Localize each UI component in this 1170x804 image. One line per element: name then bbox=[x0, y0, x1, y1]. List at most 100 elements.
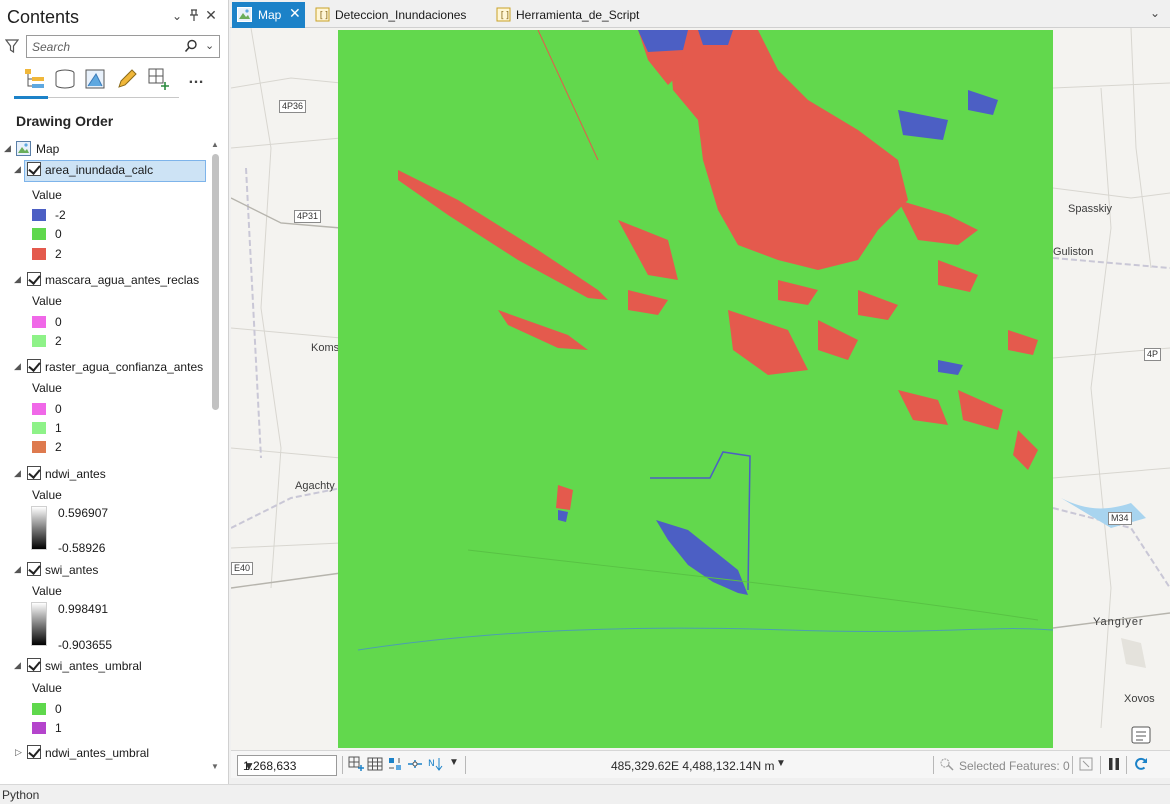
collapse-icon[interactable]: ◢ bbox=[14, 164, 21, 175]
collapse-icon[interactable]: ◢ bbox=[14, 274, 21, 285]
chevron-down-icon[interactable]: ▼ bbox=[449, 757, 459, 768]
cursor-coordinates: 485,329.62E 4,488,132.14N m bbox=[611, 759, 775, 773]
place-label: Agachty bbox=[295, 480, 335, 492]
legend-label: 0 bbox=[55, 702, 62, 716]
legend-value-heading: Value bbox=[32, 584, 62, 598]
legend-swatch bbox=[32, 335, 46, 347]
collapse-icon[interactable]: ◢ bbox=[14, 468, 21, 479]
tab-deteccion-inundaciones[interactable]: [] Deteccion_Inundaciones bbox=[314, 2, 479, 28]
refresh-icon[interactable] bbox=[1133, 756, 1149, 772]
constraints-icon[interactable] bbox=[407, 756, 423, 772]
map-node-label: Map bbox=[36, 142, 60, 156]
list-by-editing-icon[interactable] bbox=[114, 66, 140, 92]
layer-visibility-checkbox[interactable] bbox=[27, 562, 41, 576]
pause-drawing-icon[interactable] bbox=[1106, 756, 1122, 772]
place-label: Yangiyer bbox=[1093, 616, 1144, 628]
layer-visibility-checkbox[interactable] bbox=[27, 162, 41, 176]
collapse-icon[interactable]: ◢ bbox=[14, 660, 21, 671]
place-label: Spasskiy bbox=[1068, 203, 1113, 215]
layer-swi-antes[interactable]: ◢ swi_antes bbox=[0, 560, 208, 580]
selected-features-count[interactable]: Selected Features: 0 bbox=[959, 759, 1070, 773]
list-by-source-icon[interactable] bbox=[52, 66, 78, 92]
legend-label: 1 bbox=[55, 421, 62, 435]
chevron-down-icon[interactable]: ▼ bbox=[243, 759, 255, 773]
tab-label: Map bbox=[258, 8, 282, 22]
tab-list-chevron-icon[interactable]: ⌄ bbox=[1150, 6, 1160, 20]
legend-low-value: -0.58926 bbox=[58, 541, 106, 555]
layer-mascara-agua-antes-reclas[interactable]: ◢ mascara_agua_antes_reclas bbox=[0, 270, 208, 290]
layer-visibility-checkbox[interactable] bbox=[27, 272, 41, 286]
python-status[interactable]: Python bbox=[2, 788, 39, 802]
layer-visibility-checkbox[interactable] bbox=[27, 466, 41, 480]
svg-text:[]: [] bbox=[500, 11, 511, 21]
north-arrow-icon[interactable]: N bbox=[427, 756, 443, 772]
scroll-thumb[interactable] bbox=[212, 154, 219, 410]
more-options-icon[interactable]: … bbox=[188, 70, 214, 96]
legend-swatch bbox=[32, 228, 46, 240]
collapse-icon[interactable]: ◢ bbox=[14, 361, 21, 372]
layer-swi-antes-umbral[interactable]: ◢ swi_antes_umbral bbox=[0, 656, 208, 676]
layer-raster-agua-confianza-antes[interactable]: ◢ raster_agua_confianza_antes bbox=[0, 357, 208, 377]
search-box[interactable]: ⌄ bbox=[26, 35, 220, 58]
expand-icon[interactable]: ▷ bbox=[15, 747, 22, 758]
layer-visibility-checkbox[interactable] bbox=[27, 359, 41, 373]
snapping-icon[interactable] bbox=[387, 756, 403, 772]
scroll-up-icon[interactable]: ▲ bbox=[210, 140, 220, 149]
layer-ndwi-antes[interactable]: ◢ ndwi_antes bbox=[0, 464, 208, 484]
legend-value-heading: Value bbox=[32, 681, 62, 695]
tab-label: Deteccion_Inundaciones bbox=[335, 8, 467, 22]
pane-options-icon[interactable]: ⌄ bbox=[170, 9, 184, 23]
clear-selection-icon[interactable] bbox=[1078, 756, 1094, 772]
legend-swatch bbox=[32, 441, 46, 453]
legend-swatch bbox=[32, 703, 46, 715]
list-by-snapping-icon[interactable] bbox=[146, 66, 172, 92]
chevron-down-icon[interactable]: ⌄ bbox=[205, 39, 214, 52]
selection-icon[interactable] bbox=[939, 756, 955, 772]
application-status-bar: Python bbox=[0, 784, 1170, 804]
view-tab-bar: Map ✕ [] Deteccion_Inundaciones [] Herra… bbox=[230, 0, 1170, 28]
legend-value-heading: Value bbox=[32, 188, 62, 202]
road-shield: E40 bbox=[231, 562, 254, 575]
tab-map[interactable]: Map ✕ bbox=[232, 2, 305, 28]
scale-selector[interactable]: 1:268,633 ▼ bbox=[237, 755, 337, 776]
scroll-down-icon[interactable]: ▼ bbox=[210, 762, 220, 771]
layer-name: ndwi_antes_umbral bbox=[45, 746, 150, 760]
tab-herramienta-de-script[interactable]: [] Herramienta_de_Script bbox=[495, 2, 655, 28]
map-icon bbox=[237, 7, 252, 22]
layer-visibility-checkbox[interactable] bbox=[27, 745, 41, 759]
list-by-selection-icon[interactable] bbox=[82, 66, 108, 92]
layer-name: swi_antes_umbral bbox=[45, 659, 142, 673]
layer-name: ndwi_antes bbox=[45, 467, 106, 481]
filter-icon[interactable] bbox=[5, 38, 19, 54]
close-icon[interactable]: ✕ bbox=[204, 7, 218, 24]
search-icon[interactable] bbox=[184, 39, 198, 53]
drawing-order-heading: Drawing Order bbox=[16, 113, 114, 129]
map-node[interactable]: ◢ Map bbox=[0, 139, 208, 159]
legend-swatch bbox=[32, 722, 46, 734]
chevron-down-icon[interactable]: ▼ bbox=[776, 758, 786, 769]
search-row: ⌄ bbox=[0, 35, 229, 59]
layer-visibility-checkbox[interactable] bbox=[27, 658, 41, 672]
legend-high-value: 0.596907 bbox=[58, 506, 109, 520]
close-icon[interactable]: ✕ bbox=[289, 5, 301, 22]
separator bbox=[1072, 756, 1073, 774]
legend-high-value: 0.998491 bbox=[58, 602, 109, 616]
list-by-drawing-order-icon[interactable] bbox=[22, 66, 48, 92]
layer-ndwi-antes-umbral[interactable]: ▷ ndwi_antes_umbral bbox=[0, 743, 208, 763]
pin-icon[interactable] bbox=[187, 9, 201, 24]
legend-low-value: -0.903655 bbox=[58, 638, 113, 652]
collapse-icon[interactable]: ◢ bbox=[14, 564, 21, 575]
legend-toggle-icon[interactable] bbox=[1130, 725, 1152, 745]
collapse-icon[interactable]: ◢ bbox=[4, 143, 11, 154]
layer-name: mascara_agua_antes_reclas bbox=[45, 273, 200, 287]
legend-swatch bbox=[32, 209, 46, 221]
grid-icon[interactable] bbox=[367, 756, 383, 772]
search-input[interactable] bbox=[32, 39, 177, 55]
contents-title: Contents bbox=[7, 7, 80, 27]
map-view[interactable]: 4P36 4P31 4P M34 E40 Spasskiy Guliston K… bbox=[231, 28, 1170, 750]
contents-scrollbar[interactable]: ▲ ▼ bbox=[210, 140, 220, 776]
layer-area-inundada-calc[interactable]: ◢ area_inundada_calc bbox=[0, 160, 208, 182]
add-grid-icon[interactable] bbox=[348, 756, 364, 772]
active-tool-indicator bbox=[14, 96, 48, 99]
legend-swatch bbox=[32, 422, 46, 434]
